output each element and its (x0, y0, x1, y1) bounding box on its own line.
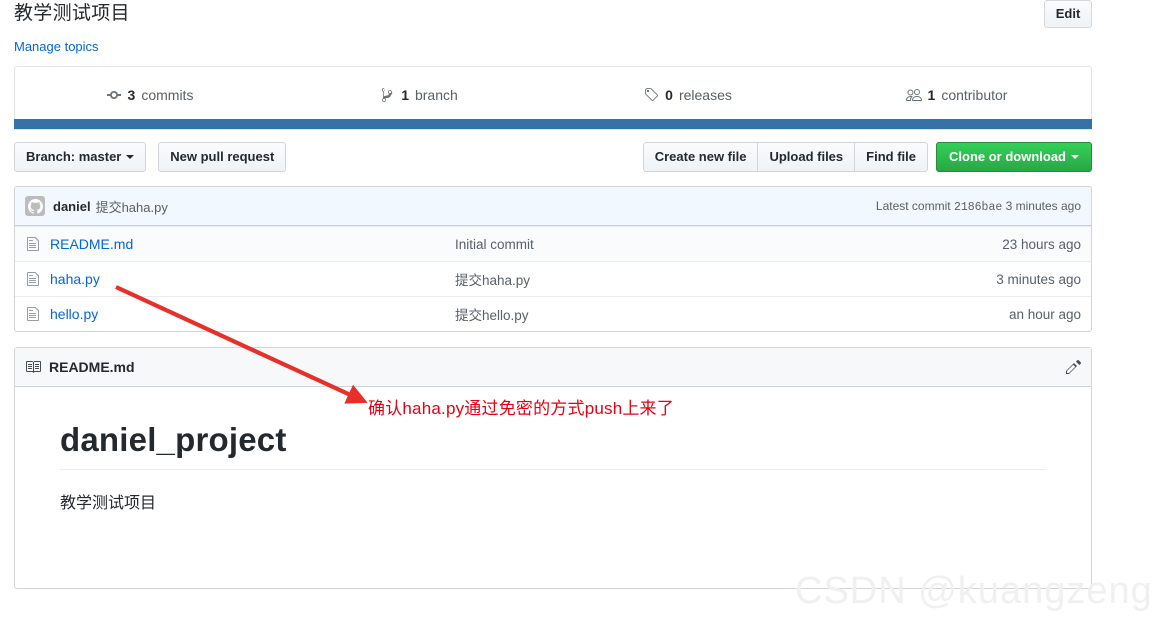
book-icon (25, 359, 41, 375)
repository-page: 教学测试项目 Manage topics Edit 3 commits 1 br… (0, 0, 1153, 622)
readme-panel: README.md daniel_project 教学测试项目 (14, 347, 1092, 589)
stat-branches[interactable]: 1 branch (284, 67, 553, 122)
commit-icon (106, 87, 122, 103)
table-row[interactable]: haha.py 提交haha.py 3 minutes ago (15, 261, 1091, 296)
file-commit-age: an hour ago (1008, 306, 1081, 322)
find-file-button[interactable]: Find file (854, 142, 928, 172)
stat-commits-count: 3 (127, 86, 136, 103)
stat-commits-label: commits (141, 86, 194, 103)
file-name-link[interactable]: README.md (50, 236, 455, 252)
watermark: CSDN @kuangzeng (795, 570, 1153, 612)
branch-selector-label: Branch: master (26, 149, 122, 164)
repo-toolbar: Branch: master New pull request Create n… (14, 142, 1092, 172)
file-commit-message[interactable]: 提交hello.py (455, 304, 921, 324)
new-pull-request-button[interactable]: New pull request (158, 142, 287, 172)
file-icon (25, 271, 41, 287)
create-new-file-button[interactable]: Create new file (642, 142, 758, 172)
latest-commit-bar: daniel 提交haha.py Latest commit 2186bae 3… (15, 187, 1091, 226)
stat-releases-count: 0 (665, 86, 673, 103)
repo-header: 教学测试项目 Manage topics Edit (14, 0, 1092, 54)
language-color-bar (14, 119, 1092, 129)
readme-paragraph: 教学测试项目 (60, 495, 157, 513)
edit-button[interactable]: Edit (1044, 0, 1092, 28)
file-commit-message[interactable]: 提交haha.py (455, 269, 921, 289)
language-bar-divider (14, 129, 1092, 130)
file-name-link[interactable]: haha.py (50, 271, 455, 287)
commit-message[interactable]: 提交haha.py (96, 197, 168, 216)
readme-body: daniel_project 教学测试项目 (15, 387, 1091, 548)
readme-header: README.md (15, 348, 1091, 387)
stat-commits[interactable]: 3 commits (15, 67, 284, 122)
branch-icon (379, 87, 395, 103)
file-listing: daniel 提交haha.py Latest commit 2186bae 3… (14, 186, 1092, 332)
pencil-icon[interactable] (1065, 359, 1081, 375)
readme-title: README.md (49, 359, 135, 375)
branch-selector-button[interactable]: Branch: master (14, 142, 147, 172)
chevron-down-icon (1071, 154, 1079, 159)
commit-sha[interactable]: 2186bae (954, 201, 1002, 214)
file-commit-age: 23 hours ago (1002, 236, 1081, 252)
stat-branches-count: 1 (401, 86, 409, 103)
file-name-link[interactable]: hello.py (50, 306, 455, 322)
readme-heading: daniel_project (60, 419, 1046, 471)
manage-topics-link[interactable]: Manage topics (14, 39, 99, 54)
upload-files-button[interactable]: Upload files (757, 142, 855, 172)
avatar (25, 196, 45, 216)
chevron-down-icon (126, 154, 135, 159)
latest-commit-meta: Latest commit 2186bae 3 minutes ago (876, 199, 1081, 214)
clone-or-download-button[interactable]: Clone or download (936, 142, 1092, 172)
stat-contributors[interactable]: 1 contributor (822, 67, 1091, 122)
stat-contributors-label: contributor (941, 86, 1008, 103)
latest-commit-prefix: Latest commit (875, 198, 951, 213)
toolbar-right-group: Create new file Upload files Find file C… (642, 142, 1092, 172)
table-row[interactable]: README.md Initial commit 23 hours ago (15, 226, 1091, 261)
file-commit-age: 3 minutes ago (996, 271, 1081, 287)
repo-description: 教学测试项目 (14, 3, 130, 24)
table-row[interactable]: hello.py 提交hello.py an hour ago (15, 296, 1091, 331)
stat-branches-label: branch (414, 86, 458, 103)
stat-releases[interactable]: 0 releases (553, 67, 822, 122)
tag-icon (643, 87, 659, 103)
stat-contributors-count: 1 (927, 86, 936, 103)
repo-stats-bar: 3 commits 1 branch 0 releases 1 contribu… (14, 66, 1092, 122)
latest-commit-age: 3 minutes ago (1005, 198, 1081, 213)
commit-author[interactable]: daniel (53, 199, 91, 214)
people-icon (905, 87, 922, 103)
file-commit-message[interactable]: Initial commit (455, 237, 921, 252)
stat-releases-label: releases (678, 86, 732, 103)
file-icon (25, 306, 41, 322)
clone-or-download-label: Clone or download (949, 149, 1066, 164)
file-icon (25, 236, 41, 252)
file-actions-group: Create new file Upload files Find file (642, 142, 928, 172)
